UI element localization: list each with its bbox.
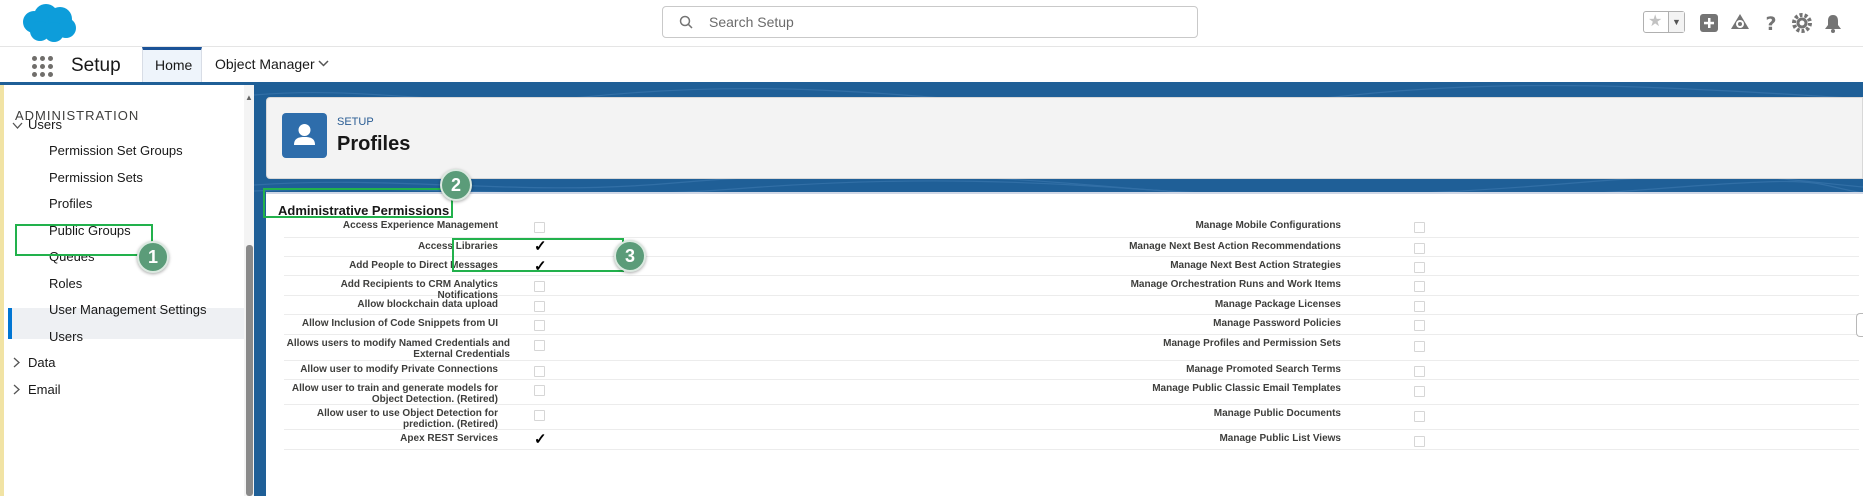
sidebar-group-data[interactable]: Data: [28, 355, 55, 370]
permission-checkbox[interactable]: [1414, 436, 1425, 447]
sidebar-item-permission-set-groups[interactable]: Permission Set Groups: [49, 143, 183, 158]
tab-object-manager[interactable]: Object Manager: [203, 47, 343, 82]
permission-label: Manage Mobile Configurations: [1195, 220, 1341, 231]
permission-checkbox[interactable]: [534, 222, 545, 233]
permission-label: Manage Next Best Action Recommendations: [1129, 241, 1341, 252]
app-name: Setup: [71, 55, 121, 76]
permission-label: Manage Public Classic Email Templates: [1152, 383, 1341, 394]
permission-checkbox[interactable]: [1414, 262, 1425, 273]
permission-label: Manage Promoted Search Terms: [1186, 364, 1341, 375]
checkmark-icon[interactable]: ✓: [534, 432, 547, 447]
permission-label: Allow Inclusion of Code Snippets from UI: [301, 318, 498, 329]
permission-label: Apex REST Services: [400, 433, 498, 444]
app-nav-bar: Setup Home Object Manager: [0, 47, 1863, 85]
search-input[interactable]: [709, 11, 1179, 33]
search-setup-box[interactable]: [662, 6, 1198, 38]
permission-checkbox[interactable]: [534, 320, 545, 331]
main-content: SETUP Profiles Administrative Permission…: [254, 85, 1863, 496]
permission-checkbox[interactable]: [1414, 281, 1425, 292]
favorites-dropdown-icon[interactable]: ▼: [1668, 12, 1684, 32]
page-header-card: SETUP Profiles: [266, 97, 1863, 179]
permission-row: Apex REST Services ✓ Manage Public List …: [284, 430, 1859, 450]
setup-sidebar: ADMINISTRATION Users Permission Set Grou…: [4, 85, 254, 496]
chevron-right-icon[interactable]: [13, 384, 21, 395]
sidebar-item-permission-sets[interactable]: Permission Sets: [49, 170, 143, 185]
permission-row: Allow user to modify Private Connections…: [284, 361, 1859, 380]
search-icon: [679, 15, 693, 29]
permission-label: Access Experience Management: [342, 220, 498, 231]
global-actions-icon[interactable]: [1698, 12, 1720, 34]
sidebar-item-profiles[interactable]: Profiles: [49, 196, 92, 211]
chevron-down-icon[interactable]: [318, 60, 329, 67]
permission-checkbox[interactable]: [1414, 386, 1425, 397]
permission-row: Allows users to modify Named Credentials…: [284, 335, 1859, 361]
sidebar-scrollbar-thumb[interactable]: [246, 245, 253, 496]
annotation-box-profiles: [15, 224, 153, 256]
permission-label: Manage Profiles and Permission Sets: [1163, 338, 1341, 349]
setup-gear-icon[interactable]: [1791, 12, 1813, 34]
permission-checkbox[interactable]: [534, 340, 545, 351]
global-header: ★ ▼ ?: [0, 0, 1863, 47]
permission-checkbox[interactable]: [534, 410, 545, 421]
annotation-badge-1: 1: [137, 241, 169, 273]
annotation-box-administrative-permissions: [263, 188, 453, 218]
sidebar-item-users[interactable]: Users: [49, 329, 83, 344]
permission-checkbox[interactable]: [1414, 222, 1425, 233]
permission-row: Allow user to train and generate models …: [284, 380, 1859, 405]
permission-row: Allow Inclusion of Code Snippets from UI…: [284, 315, 1859, 335]
tab-object-manager-label: Object Manager: [215, 56, 315, 72]
sidebar-item-roles[interactable]: Roles: [49, 276, 82, 291]
permission-row: Allow blockchain data upload Manage Pack…: [284, 296, 1859, 315]
trailhead-icon[interactable]: [1729, 12, 1751, 34]
tab-home[interactable]: Home: [142, 47, 202, 82]
chevron-right-icon[interactable]: [13, 357, 21, 368]
permission-checkbox[interactable]: [1414, 411, 1425, 422]
permission-label: Allows users to modify Named Credentials…: [286, 338, 510, 360]
annotation-badge-3: 3: [614, 240, 646, 272]
permission-checkbox[interactable]: [1414, 243, 1425, 254]
permission-checkbox[interactable]: [1414, 366, 1425, 377]
favorites-button[interactable]: ★ ▼: [1643, 11, 1685, 33]
sidebar-group-email[interactable]: Email: [28, 382, 61, 397]
permission-label: Manage Public List Views: [1219, 433, 1341, 444]
permission-label: Manage Next Best Action Strategies: [1170, 260, 1341, 271]
permission-checkbox[interactable]: [534, 366, 545, 377]
page-title: Profiles: [337, 133, 411, 155]
svg-text:?: ?: [1765, 13, 1776, 34]
permission-label: Allow user to modify Private Connections: [300, 364, 498, 375]
permission-label: Allow user to use Object Detection for p…: [316, 408, 498, 430]
permission-label: Manage Password Policies: [1213, 318, 1341, 329]
profile-user-icon: [282, 113, 327, 158]
annotation-box-access-libraries: [452, 238, 624, 272]
permission-row: Access Experience Management Manage Mobi…: [284, 218, 1859, 238]
permission-row: Allow user to use Object Detection for p…: [284, 405, 1859, 430]
permission-checkbox[interactable]: [534, 281, 545, 292]
permission-checkbox[interactable]: [1414, 320, 1425, 331]
permission-checkbox[interactable]: [534, 385, 545, 396]
permission-checkbox[interactable]: [1414, 301, 1425, 312]
side-panel-handle[interactable]: [1856, 313, 1863, 337]
permission-checkbox[interactable]: [1414, 341, 1425, 352]
favorites-star-icon: ★: [1648, 13, 1663, 30]
permission-label: Allow user to train and generate models …: [291, 383, 498, 405]
permission-label: Manage Package Licenses: [1214, 299, 1341, 310]
annotation-badge-2: 2: [440, 169, 472, 201]
permission-label: Manage Public Documents: [1213, 408, 1341, 419]
permission-row: Add Recipients to CRM Analytics Notifica…: [284, 276, 1859, 301]
permission-checkbox[interactable]: [534, 301, 545, 312]
chevron-down-icon[interactable]: [12, 122, 23, 130]
app-launcher-icon[interactable]: [32, 56, 54, 78]
salesforce-cloud-logo[interactable]: [18, 2, 78, 44]
permission-label: Manage Orchestration Runs and Work Items: [1130, 279, 1341, 290]
scroll-up-arrow-icon[interactable]: ▲: [245, 93, 253, 102]
sidebar-group-users[interactable]: Users: [28, 117, 62, 132]
permission-label: Allow blockchain data upload: [357, 299, 498, 310]
breadcrumb[interactable]: SETUP: [337, 116, 374, 128]
help-icon[interactable]: ?: [1760, 12, 1782, 34]
sidebar-item-user-management-settings[interactable]: User Management Settings: [49, 302, 207, 317]
notifications-bell-icon[interactable]: [1822, 12, 1844, 34]
